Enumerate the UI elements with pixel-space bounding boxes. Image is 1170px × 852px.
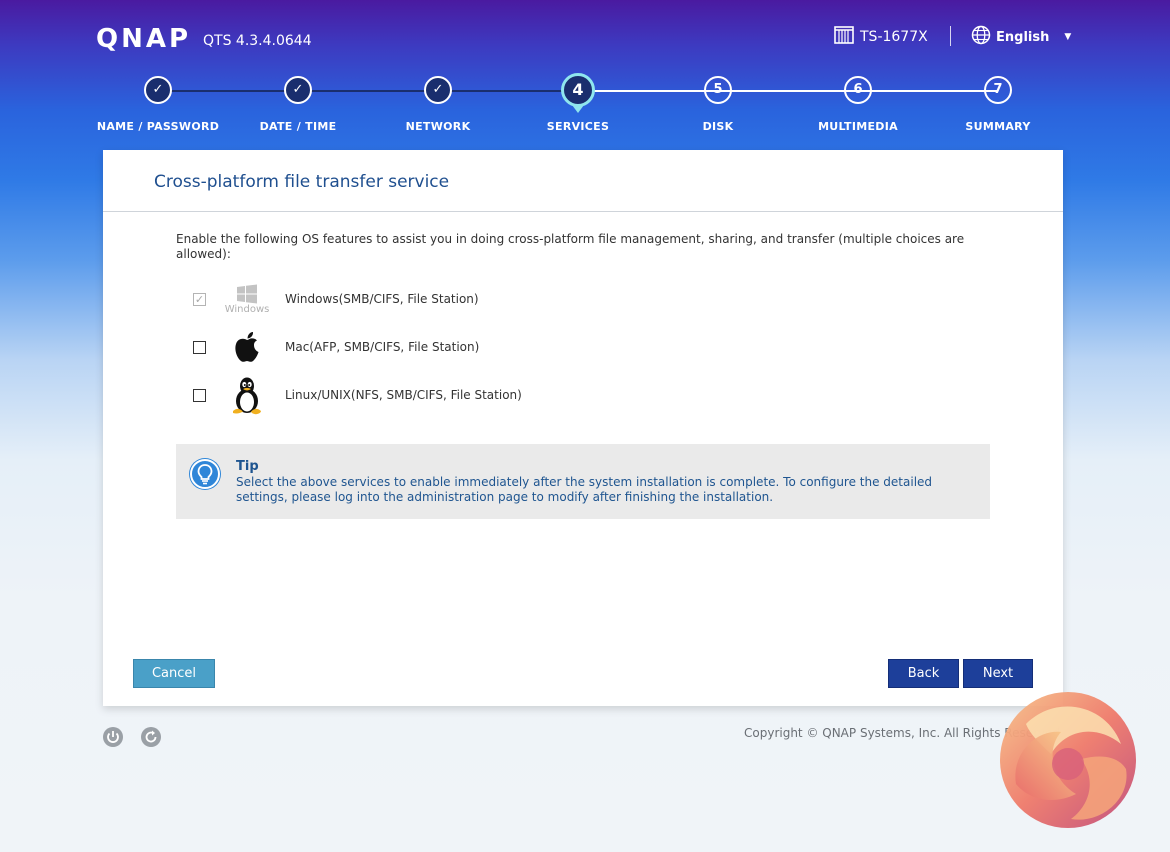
lightbulb-icon [190,459,220,489]
power-icon[interactable] [103,727,123,747]
mac-label: Mac(AFP, SMB/CIFS, File Station) [285,340,480,354]
model-indicator: TS-1677X [834,26,928,48]
option-linux: Linux/UNIX(NFS, SMB/CIFS, File Station) [193,375,693,415]
windows-icon: Windows [225,279,269,319]
qnap-logo: QNAP [96,24,192,54]
step-label-name-password: NAME / PASSWORD [96,120,220,133]
wizard-steps: ✓ ✓ ✓ 4 5 6 7 NAME / PASSWORD DATE / TIM… [0,73,1170,144]
step-5-marker: 5 [704,76,732,104]
os-version: QTS 4.3.4.0644 [203,33,312,49]
step-label-network: NETWORK [405,120,471,133]
header-divider [950,26,951,46]
step-7-marker: 7 [984,76,1012,104]
step-label-summary: SUMMARY [965,120,1031,133]
active-step-pointer [572,105,584,113]
step-label-multimedia: MULTIMEDIA [818,120,898,133]
windows-checkbox[interactable]: ✓ [193,292,206,306]
tux-icon [229,375,265,415]
step-4-marker: 4 [561,73,595,107]
tip-box: Tip Select the above services to enable … [176,444,990,519]
back-button[interactable]: Back [888,659,959,688]
language-label: English [996,29,1050,45]
step-2-check-icon: ✓ [284,76,312,104]
step-label-disk: DISK [702,120,734,133]
linux-label: Linux/UNIX(NFS, SMB/CIFS, File Station) [285,388,522,402]
wizard-panel: Cross-platform file transfer service Ena… [103,150,1063,706]
mac-checkbox[interactable] [193,340,206,354]
step-connector [158,90,298,92]
nas-icon [834,26,854,48]
option-mac: Mac(AFP, SMB/CIFS, File Station) [193,327,693,367]
step-connector [578,90,718,92]
cancel-button[interactable]: Cancel [133,659,215,688]
windows-caption: Windows [224,303,270,315]
apple-icon [229,327,265,367]
page-title: Cross-platform file transfer service [154,172,450,192]
language-selector[interactable]: English ▼ [971,25,1071,49]
step-6-marker: 6 [844,76,872,104]
globe-icon [971,25,991,49]
title-divider [103,211,1063,212]
step-connector [298,90,438,92]
refresh-icon[interactable] [141,727,161,747]
step-label-services: SERVICES [546,120,610,133]
model-name: TS-1677X [860,29,928,45]
step-label-date-time: DATE / TIME [259,120,337,133]
step-connector [858,90,998,92]
tip-title: Tip [236,459,259,474]
tip-text: Select the above services to enable imme… [236,475,933,504]
linux-checkbox[interactable] [193,388,206,402]
step-connector [718,90,858,92]
watermark-logo-icon [996,684,1141,832]
intro-text: Enable the following OS features to assi… [176,232,965,261]
step-1-check-icon: ✓ [144,76,172,104]
step-3-check-icon: ✓ [424,76,452,104]
option-windows: ✓ Windows Windows(SMB/CIFS, File Station… [193,279,693,319]
chevron-down-icon: ▼ [1064,32,1072,42]
step-connector [438,90,578,92]
windows-label: Windows(SMB/CIFS, File Station) [285,292,479,306]
